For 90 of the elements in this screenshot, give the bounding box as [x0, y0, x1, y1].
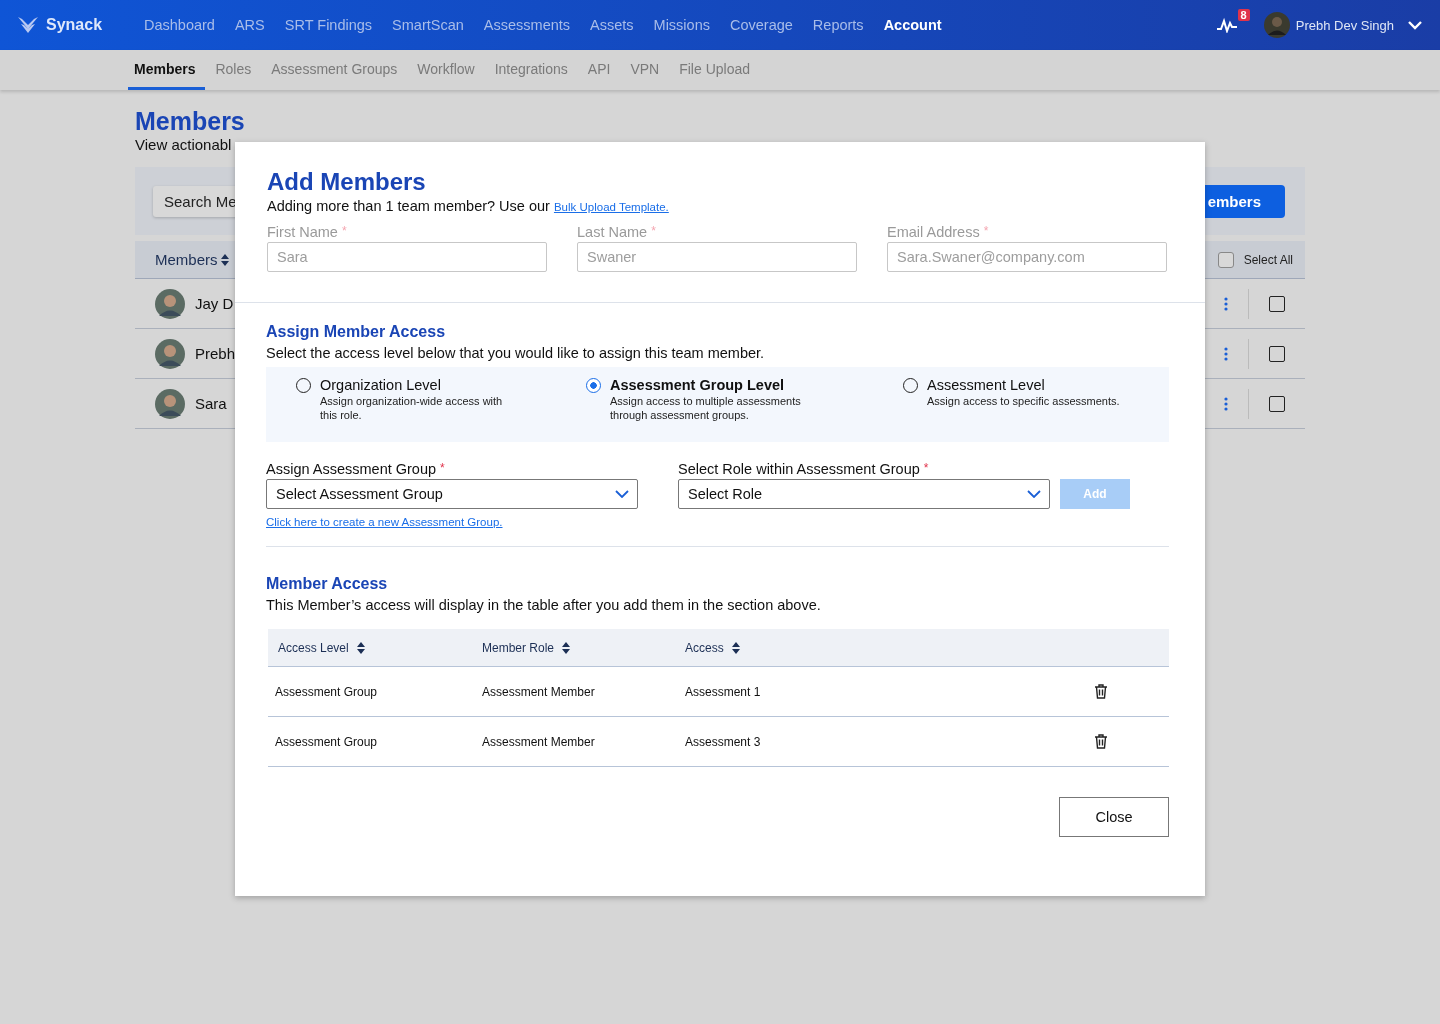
text-field[interactable]: Swaner: [577, 242, 857, 272]
create-group-link[interactable]: Click here to create a new Assessment Group.: [266, 516, 503, 528]
nav-link[interactable]: Account: [873, 17, 952, 33]
column-header[interactable]: Access: [685, 640, 724, 655]
field-label: Email Address: [887, 224, 980, 240]
field-label: Select Role within Assessment Group: [678, 461, 920, 477]
sub-nav-tab[interactable]: Roles: [205, 50, 262, 90]
brand-name[interactable]: Synack: [46, 16, 103, 34]
required-mark: *: [983, 224, 989, 238]
sub-nav-tab[interactable]: Members: [128, 50, 206, 90]
sort-icon[interactable]: [356, 641, 365, 654]
field-label: First Name: [267, 224, 338, 240]
radio-label[interactable]: Organization Level: [320, 377, 520, 393]
nav-link[interactable]: Dashboard: [134, 17, 225, 33]
column-header[interactable]: Member Role: [482, 640, 555, 655]
radio-label[interactable]: Assessment Level: [927, 377, 1127, 393]
select-all-label: Select All: [1243, 252, 1293, 267]
page-title: Members: [135, 106, 246, 136]
user-name[interactable]: Prebh Dev Singh: [1295, 17, 1394, 33]
required-mark: *: [651, 224, 656, 238]
kebab-menu-icon[interactable]: [1224, 396, 1228, 411]
close-button[interactable]: Close: [1059, 797, 1169, 837]
field-label: Assign Assessment Group: [266, 461, 437, 477]
checkbox[interactable]: [1269, 395, 1285, 412]
member-name: Jay D: [195, 295, 234, 312]
sub-nav-tab[interactable]: VPN: [620, 50, 670, 90]
nav-link[interactable]: Assessments: [473, 17, 581, 33]
section-description: This Member’s access will display in the table after you add them in the section above.: [266, 597, 822, 613]
table-cell: Assessment 1: [685, 684, 761, 699]
table-cell: Assessment Member: [482, 684, 595, 699]
activity-icon[interactable]: [1215, 17, 1238, 33]
section-description: Select the access level below that you would like to assign this team member.: [266, 345, 766, 361]
sub-nav-tab[interactable]: Workflow: [407, 50, 485, 90]
sub-nav-tab[interactable]: Assessment Groups: [261, 50, 408, 90]
page-subtitle: View actionabl: [135, 136, 233, 153]
nav-link[interactable]: SRT Findings: [274, 17, 383, 33]
dropdown[interactable]: Select Role: [678, 479, 1050, 509]
table-cell: Assessment Group: [275, 684, 378, 699]
dialog-title: Add Members: [267, 168, 427, 196]
sort-icon[interactable]: [220, 253, 229, 266]
sub-nav-tab[interactable]: Integrations: [484, 50, 578, 90]
nav-link[interactable]: Reports: [802, 17, 874, 33]
chevron-down-icon[interactable]: [1408, 20, 1422, 30]
table-cell: Assessment 3: [685, 734, 761, 749]
option-description: Assign access to specific assessments.: [927, 395, 1121, 409]
checkbox[interactable]: [1269, 295, 1285, 312]
avatar-icon: [155, 388, 185, 419]
nav-link[interactable]: Coverage: [719, 17, 803, 33]
avatar-icon: [155, 338, 185, 369]
member-name: Prebh: [195, 345, 236, 362]
logo-icon: [16, 15, 40, 35]
sub-nav-tab[interactable]: API: [577, 50, 621, 90]
radio-label[interactable]: Assessment Group Level: [610, 377, 810, 393]
avatar-icon: [155, 288, 185, 319]
text-field[interactable]: Sara: [267, 242, 547, 272]
field-label: Last Name: [577, 224, 648, 240]
trash-icon[interactable]: [1095, 684, 1107, 699]
sub-nav-tab[interactable]: File Upload: [669, 50, 760, 90]
nav-link[interactable]: ARS: [224, 17, 275, 33]
dropdown[interactable]: Select Assessment Group: [266, 479, 638, 509]
required-mark: *: [923, 461, 929, 475]
section-title: Member Access: [266, 575, 389, 593]
checkbox[interactable]: [1217, 251, 1234, 268]
notification-badge: 8: [1237, 9, 1250, 21]
option-description: Assign organization-wide access with this role.: [320, 395, 504, 422]
table-cell: Assessment Group: [275, 734, 378, 749]
option-description: Assign access to multiple assessments through assessment groups.: [610, 395, 802, 422]
sort-icon[interactable]: [731, 641, 740, 654]
table-cell: Assessment Member: [482, 734, 595, 749]
required-mark: *: [341, 224, 347, 238]
sort-icon[interactable]: [562, 641, 571, 654]
section-title: Assign Member Access: [266, 323, 447, 341]
checkbox[interactable]: [1269, 345, 1285, 362]
trash-icon[interactable]: [1095, 734, 1107, 749]
chevron-down-icon: [615, 490, 629, 498]
kebab-menu-icon[interactable]: [1224, 296, 1228, 311]
intro-text: Adding more than 1 team member? Use our: [267, 198, 550, 214]
member-name: Sara: [195, 395, 227, 412]
text-field[interactable]: Sara.Swaner@company.com: [887, 242, 1167, 272]
bulk-upload-link[interactable]: Bulk Upload Template.: [553, 201, 669, 213]
column-header[interactable]: Access Level: [278, 640, 349, 655]
avatar-icon[interactable]: [1263, 12, 1290, 38]
column-header[interactable]: Members: [155, 251, 218, 268]
required-mark: *: [440, 461, 445, 475]
nav-link[interactable]: Assets: [580, 17, 644, 33]
kebab-menu-icon[interactable]: [1224, 346, 1228, 361]
nav-link[interactable]: Missions: [643, 17, 720, 33]
chevron-down-icon: [1027, 490, 1041, 498]
radio-button[interactable]: [586, 378, 601, 393]
nav-link[interactable]: SmartScan: [382, 17, 474, 33]
